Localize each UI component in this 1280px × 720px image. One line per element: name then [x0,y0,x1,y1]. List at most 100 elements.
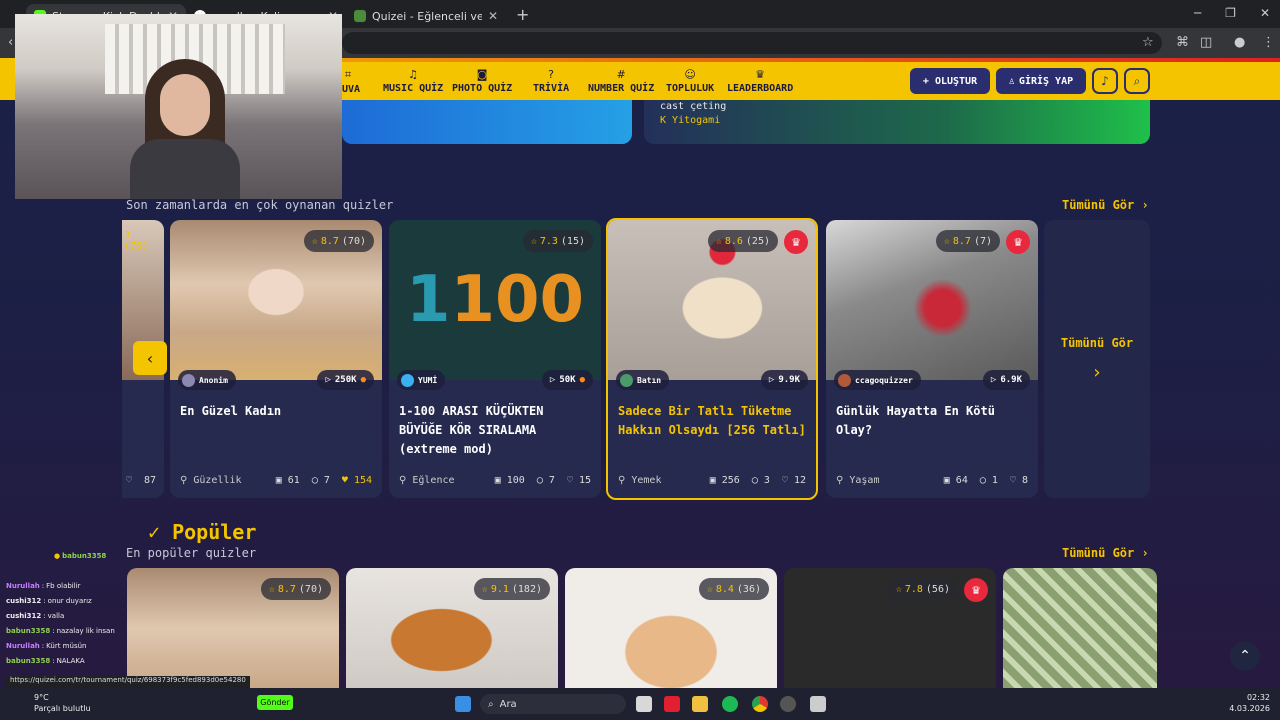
popular-see-all-link[interactable]: Tümünü Gör › [1062,546,1149,560]
carousel-prev-button[interactable]: ‹ [133,341,167,375]
quiz-title: En Güzel Kadın [180,404,282,418]
weather-widget[interactable]: 9°C Parçalı bulutlu [14,692,91,714]
chrome-icon[interactable] [752,696,768,712]
minimize-icon[interactable]: ─ [1194,6,1201,20]
author-badge[interactable]: Batın [616,370,670,390]
fire-icon: ● [360,375,366,385]
likes-count[interactable]: ♥ 154 [342,475,372,486]
star-icon: ☆ [268,583,275,595]
app-p-icon[interactable] [664,696,680,712]
author-badge[interactable]: YUMİ [397,370,446,390]
author-badge[interactable]: Anonim [178,370,236,390]
extensions-icon[interactable]: ◫ [1200,35,1212,50]
star-icon[interactable]: ☆ [1142,35,1154,50]
comments-count: ◯ 7 [311,475,330,486]
star-icon: ☆ [481,583,488,595]
app-icon[interactable] [780,696,796,712]
avatar [620,373,633,387]
questions-count: ▣ 100 [494,475,525,486]
rating-badge: ☆ 8.7 (70) [260,578,331,600]
nav-label: LEADERBOARD [727,83,794,94]
avatar [401,373,414,387]
popular-subtitle: En popüler quizler [126,546,257,560]
taskbar-search[interactable]: ⌕ Ara [480,694,626,714]
card-footer: ⚲ Eğlence ▣ 100 ◯ 7 ♡ 15 [399,475,591,486]
nav-item-number-quiz[interactable]: # NUMBER QUİZ [588,64,654,98]
chat-send-button[interactable]: Gönder [257,695,293,710]
heart-icon: ♡ [126,475,133,486]
notifications-button[interactable]: ♪ [1092,68,1118,94]
plays-badge: ▷ 6.9K [982,370,1030,390]
star-icon: ☆ [530,235,537,247]
recent-subtitle: Son zamanlarda en çok oynanan quizler [126,198,394,212]
likes-count[interactable]: ♡ 15 [567,475,591,486]
popular-card[interactable]: ☆ 8.4 (36) [565,568,777,688]
quiz-card[interactable]: ☆ 8.6 (25) ♛ Batın ▷ 9.9K Sadece Bir Tatlı … [606,218,818,500]
fire-icon: ● [579,375,585,385]
play-icon: ▷ [990,375,997,385]
card-footer: ⚲ Yaşam ▣ 64 ◯ 1 ♡ 8 [836,475,1028,486]
author-badge[interactable]: ccagoquizzer [834,370,921,390]
search-icon: ⌕ [488,698,494,710]
card-footer: ♡ 87 [126,475,157,486]
file-explorer-icon[interactable] [636,696,652,712]
comments-count: ◯ 3 [751,475,770,486]
folder-icon[interactable] [692,696,708,712]
close-icon[interactable]: ✕ [488,9,498,23]
system-tray-clock[interactable]: 02:32 4.03.2026 [1229,692,1270,714]
quiz-title: Günlük Hayatta En Kötü Olay? [836,404,995,437]
play-icon: ▷ [549,375,556,385]
hero-banner-left[interactable] [342,100,632,144]
chat-message: Nurullah: Kürt müsün [6,641,87,650]
nav-label: TOPLULUK [666,83,715,94]
profile-icon[interactable]: ● [1234,35,1245,50]
chat-message: ● babun3358 [54,551,107,560]
create-button[interactable]: + OLUŞTUR [910,68,990,94]
star-icon: ☆ [715,235,722,247]
rating-badge: ☆ 7.3 (15) [522,230,593,252]
card-footer: ⚲ Güzellik ▣ 61 ◯ 7 ♥ 154 [180,475,372,486]
recent-see-all-link[interactable]: Tümünü Gör › [1062,198,1149,212]
comments-count: ◯ 1 [979,475,998,486]
trophy-icon: ♛ [755,68,766,81]
nav-label: NUMBER QUİZ [588,83,655,94]
search-icon: ⌕ [1133,73,1141,88]
search-button[interactable]: ⌕ [1124,68,1150,94]
see-all-card[interactable]: Tümünü Gör › [1044,220,1150,498]
new-tab-button[interactable]: + [516,5,529,24]
browser-tab[interactable]: Quizei - Eğlenceli ve etkileşimli ✕ [346,4,506,28]
url-field[interactable] [342,32,1162,54]
chevron-up-icon: ⌃ [1239,648,1251,664]
rating-badge: ☆ 8.7 (70) [303,230,374,252]
nav-label: MUSIC QUİZ [383,83,444,94]
nav-item-leaderboard[interactable]: ♛ LEADERBOARD [727,64,793,98]
spotify-icon[interactable] [722,696,738,712]
popular-card[interactable]: ☆ 7.8 (56) ♛ [784,568,996,688]
quiz-card[interactable]: ☆ 8.7 (70) Anonim ▷ 250K ● En Güzel Kadın ⚲ … [170,220,382,498]
windows-start-icon[interactable] [455,696,471,712]
translate-icon[interactable]: ⌘ [1176,35,1189,50]
star-icon: ☆ [311,235,318,247]
crown-icon: ♛ [1006,230,1030,254]
quiz-card[interactable]: ☆ 8.7 (7) ♛ ccagoquizzer ▷ 6.9K Günlük Haya… [826,220,1038,498]
likes-count[interactable]: ♡ 8 [1010,475,1028,486]
nav-item-photo-quiz[interactable]: ◙ PHOTO QUİZ [452,64,512,98]
nav-item-music-quiz[interactable]: ♫ MUSIC QUİZ [383,64,443,98]
scroll-to-top-button[interactable]: ⌃ [1230,641,1260,671]
popular-card[interactable]: ☆ 9.1 (182) [346,568,558,688]
menu-icon[interactable]: ⋮ [1262,35,1275,50]
popular-card[interactable] [1003,568,1157,688]
music-icon: ♫ [408,68,419,81]
quiz-title: 1-100 ARASI KÜÇÜKTEN BÜYÜĞE KÖR SIRALAMA… [399,404,544,456]
windows-taskbar: 9°C Parçalı bulutlu [0,688,1280,720]
back-icon[interactable]: ‹ [8,35,13,50]
nav-item-topluluk[interactable]: ☺ TOPLULUK [666,64,714,98]
quiz-card[interactable]: 1 100 ☆ 7.3 (15) YUMİ ▷ 50K ● 1-100 ARASI KÜÇ… [389,220,601,498]
obs-icon[interactable] [810,696,826,712]
hero-banner-right[interactable]: cast çeting K Yitogami [644,100,1150,144]
login-button[interactable]: ♙ GİRİŞ YAP [996,68,1086,94]
likes-count[interactable]: ♡ 12 [782,475,806,486]
nav-item-trivia[interactable]: ? TRİVİA [533,64,569,98]
restore-icon[interactable]: ❐ [1225,6,1236,20]
close-window-icon[interactable]: ✕ [1260,6,1270,20]
